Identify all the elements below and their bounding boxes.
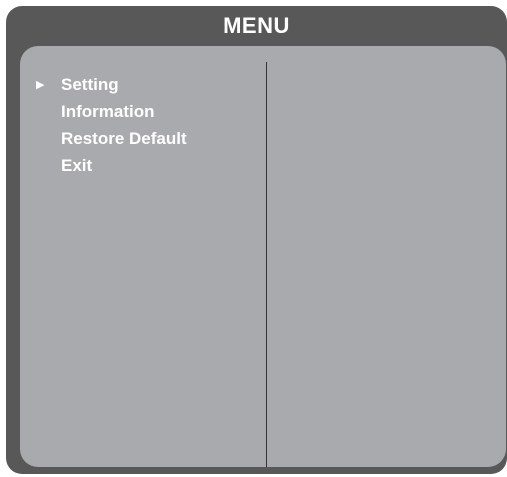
column-divider	[266, 62, 267, 467]
menu-item-setting[interactable]: ▶ Setting	[36, 71, 187, 98]
menu-item-label: Restore Default	[61, 129, 187, 148]
menu-item-exit[interactable]: Exit	[36, 152, 187, 179]
menu-title: MENU	[223, 13, 290, 38]
menu-item-label: Setting	[61, 75, 119, 94]
menu-window: MENU ▶ Setting Information Restore Defau…	[6, 6, 507, 474]
menu-item-restore-default[interactable]: Restore Default	[36, 125, 187, 152]
submenu-pane	[268, 62, 498, 462]
menu-list: ▶ Setting Information Restore Default Ex…	[36, 71, 187, 179]
menu-item-information[interactable]: Information	[36, 98, 187, 125]
selection-pointer-icon: ▶	[36, 78, 45, 91]
menu-item-label: Information	[61, 102, 155, 121]
menu-panel: ▶ Setting Information Restore Default Ex…	[20, 46, 506, 467]
menu-item-label: Exit	[61, 156, 93, 175]
